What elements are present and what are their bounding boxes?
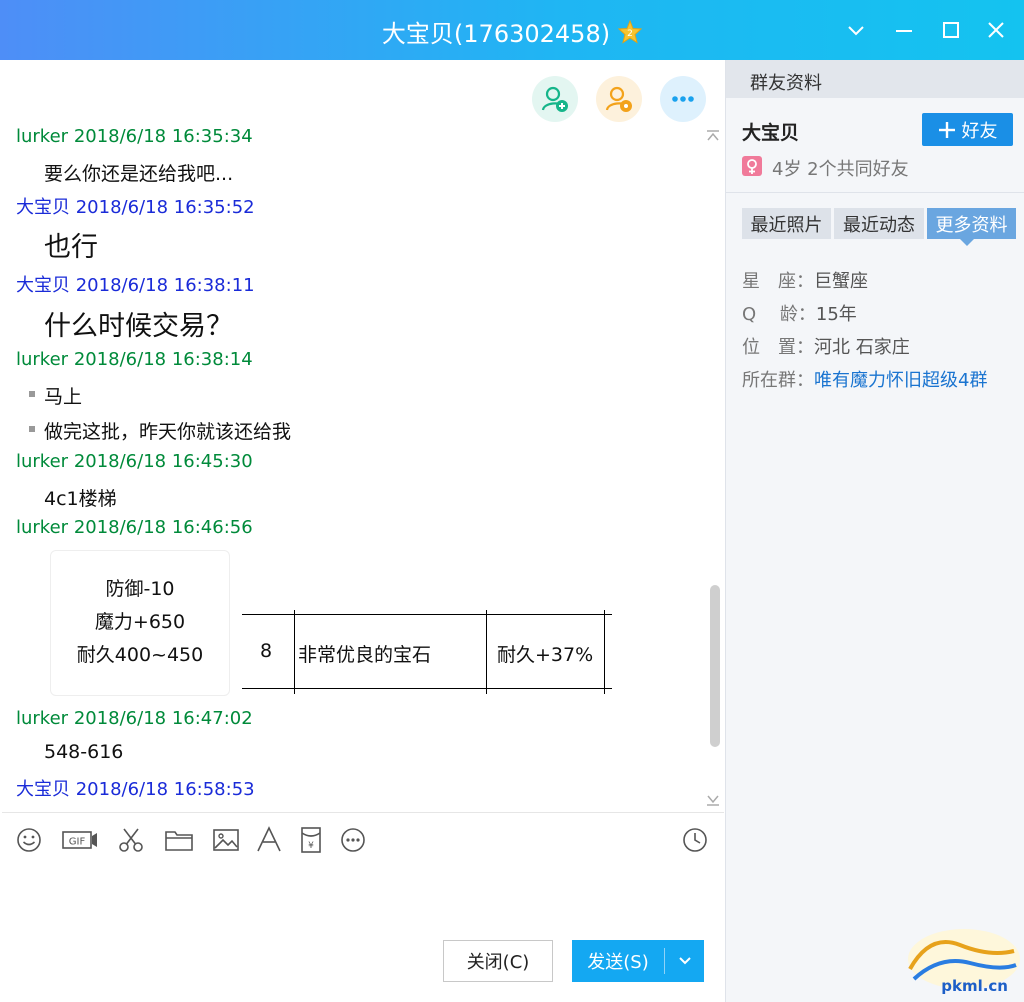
item-stat-line: 防御-10 (105, 578, 175, 600)
close-window-button[interactable] (982, 16, 1010, 44)
more-circle-icon (341, 828, 365, 852)
send-file-button[interactable] (164, 825, 194, 855)
svg-text:2: 2 (627, 29, 633, 39)
divider (726, 192, 1024, 193)
scroll-up-icon[interactable] (706, 130, 720, 142)
plus-icon (938, 121, 955, 138)
message-text: 也行 (44, 232, 98, 263)
red-packet-icon: ¥ (301, 827, 321, 853)
title-bar: 大宝贝(176302458) 2 (0, 0, 1024, 60)
more-icon (672, 96, 694, 102)
bullet-marker (29, 426, 35, 432)
panel-header: 群友资料 (726, 60, 1024, 98)
send-button-label: 发送(S) (587, 952, 649, 973)
table-cell: 耐久+37% (497, 644, 594, 666)
message-header: lurker 2018/6/18 16:35:34 (16, 126, 253, 147)
table-line (242, 688, 612, 689)
more-options-button[interactable] (660, 76, 706, 122)
font-button[interactable] (254, 825, 284, 855)
send-options-dropdown[interactable] (665, 953, 704, 969)
add-person-icon (541, 86, 568, 112)
message-text: 做完这批，昨天你就该还给我 (44, 421, 292, 443)
person-card-icon (605, 86, 632, 112)
item-stat-line: 魔力+650 (94, 611, 186, 633)
table-line (294, 610, 295, 694)
minimize-button[interactable] (890, 16, 918, 44)
member-name: 大宝贝 (742, 122, 800, 144)
info-group: 所在群：唯有魔力怀旧超级4群 (742, 370, 988, 391)
table-cell: 非常优良的宝石 (298, 644, 432, 666)
message-input[interactable] (2, 864, 724, 934)
history-button[interactable] (680, 825, 710, 855)
message-text: 马上 (44, 386, 83, 408)
chat-history[interactable]: lurker 2018/6/18 16:35:34 要么你还是还给我吧... 大… (2, 60, 724, 812)
message-text: 要么你还是还给我吧... (44, 163, 234, 185)
vip-star-icon: 2 (618, 19, 643, 44)
font-icon (257, 826, 281, 852)
chat-actions (532, 76, 706, 122)
scroll-down-icon[interactable] (706, 794, 720, 806)
tab-recent-photos[interactable]: 最近照片 (742, 208, 831, 239)
tab-recent-activity[interactable]: 最近动态 (834, 208, 924, 239)
maximize-button[interactable] (937, 16, 965, 44)
message-header: 大宝贝 2018/6/18 16:58:53 (16, 779, 255, 800)
female-icon (742, 156, 762, 176)
item-stats-image[interactable]: 防御-10 魔力+650 耐久400~450 (50, 550, 230, 696)
folder-icon (165, 831, 193, 851)
screenshot-button[interactable] (116, 825, 146, 855)
message-header: lurker 2018/6/18 16:45:30 (16, 451, 253, 472)
message-header: 大宝贝 2018/6/18 16:38:11 (16, 275, 255, 296)
add-friend-button[interactable]: 好友 (922, 113, 1013, 146)
share-contact-button[interactable] (596, 76, 642, 122)
red-packet-button[interactable]: ¥ (296, 825, 326, 855)
clock-icon (683, 828, 707, 852)
table-line (604, 610, 605, 694)
group-link[interactable]: 唯有魔力怀旧超级4群 (814, 370, 987, 391)
item-stat-line: 耐久400~450 (76, 644, 204, 666)
message-header: lurker 2018/6/18 16:38:14 (16, 349, 253, 370)
gif-button[interactable]: GIF (62, 825, 98, 855)
site-watermark-logo: pkml.cn (908, 929, 1020, 995)
message-text: 4c1楼梯 (44, 488, 117, 510)
info-constellation: 星 座：巨蟹座 (742, 271, 868, 292)
chevron-down-icon (678, 957, 691, 965)
svg-text:¥: ¥ (308, 841, 314, 851)
bullet-marker (29, 391, 35, 397)
member-info-panel: 群友资料 大宝贝 好友 4岁 2个共同好友 最近照片 最近动态 更多资料 星 座… (725, 60, 1024, 1002)
input-toolbar: GIF ¥ (2, 812, 724, 864)
emoji-button[interactable] (14, 825, 44, 855)
info-q-age: Q 龄：15年 (742, 304, 857, 325)
message-header: lurker 2018/6/18 16:47:02 (16, 708, 253, 729)
scrollbar-thumb[interactable] (710, 585, 720, 747)
info-location: 位 置：河北 石家庄 (742, 337, 910, 358)
message-header: lurker 2018/6/18 16:46:56 (16, 517, 253, 538)
message-text: 什么时候交易？ (44, 311, 233, 342)
scissors-icon (119, 828, 143, 852)
more-tools-button[interactable] (338, 825, 368, 855)
gif-icon: GIF (62, 831, 97, 849)
send-image-button[interactable] (211, 825, 241, 855)
svg-text:GIF: GIF (69, 837, 86, 848)
add-member-button[interactable] (532, 76, 578, 122)
chevron-down-icon[interactable] (842, 16, 870, 44)
member-summary: 4岁 2个共同好友 (772, 159, 909, 180)
window-title-area: 大宝贝(176302458) 2 (0, 14, 1024, 49)
image-icon (213, 829, 239, 851)
window-title: 大宝贝(176302458) (381, 20, 611, 48)
tab-more-info[interactable]: 更多资料 (927, 208, 1016, 239)
table-line (486, 610, 487, 694)
smiley-icon (17, 828, 41, 852)
active-tab-caret (960, 239, 974, 246)
add-friend-label: 好友 (961, 120, 998, 142)
close-button[interactable]: 关闭(C) (443, 940, 553, 982)
send-button[interactable]: 发送(S) (572, 940, 704, 982)
watermark-text: pkml.cn (941, 977, 1008, 995)
message-text: 548-616 (44, 741, 124, 763)
table-line (242, 614, 612, 615)
table-cell: 8 (260, 640, 273, 662)
message-header: 大宝贝 2018/6/18 16:35:52 (16, 197, 255, 218)
